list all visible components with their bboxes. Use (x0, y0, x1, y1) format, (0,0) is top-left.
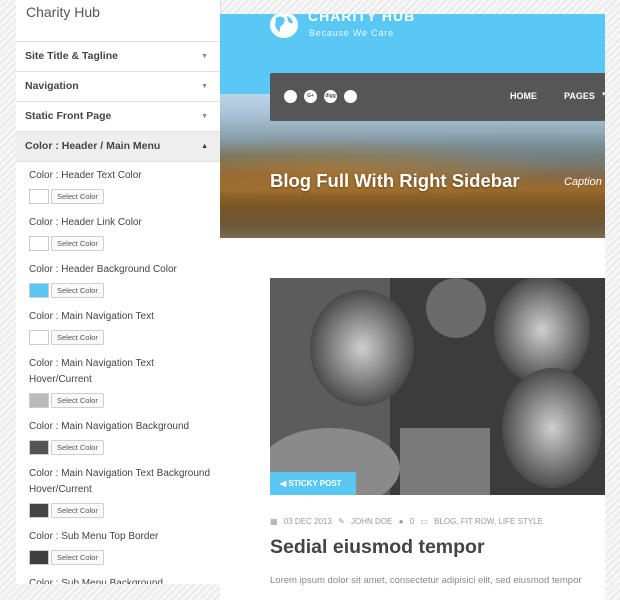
nav-home[interactable]: HOME (510, 91, 537, 101)
control-label: Color : Header Background Color (29, 264, 177, 275)
post-categories[interactable]: BLOG, FIT ROW, LIFE STYLE (434, 517, 543, 526)
select-color-button[interactable]: Select Color (51, 189, 104, 204)
digg-icon[interactable]: digg (324, 90, 337, 103)
calendar-icon: ▦ (270, 517, 278, 526)
site-title[interactable]: CHARITY HUB (308, 14, 415, 24)
folder-icon: ▭ (420, 517, 428, 526)
section-label: Color : Header / Main Menu (25, 140, 161, 152)
color-picker: Select Color (29, 189, 220, 204)
select-color-button[interactable]: Select Color (51, 503, 104, 518)
post-comments[interactable]: 0 (410, 517, 414, 526)
color-picker: Select Color (29, 440, 220, 455)
color-controls: Color : Header Text Color Select Color C… (16, 162, 220, 584)
chevron-down-icon: ▼ (201, 53, 208, 60)
control-label: Color : Main Navigation Text Background … (29, 468, 211, 495)
select-color-button[interactable]: Select Color (51, 283, 104, 298)
color-control-main-nav-text: Color : Main Navigation Text Select Colo… (29, 309, 220, 345)
color-picker: Select Color (29, 503, 220, 518)
section-label: Static Front Page (25, 110, 112, 122)
color-picker: Select Color (29, 283, 220, 298)
panel-title: Charity Hub (16, 0, 220, 42)
google-plus-icon[interactable]: G+ (304, 90, 317, 103)
color-swatch[interactable] (29, 236, 49, 251)
section-navigation[interactable]: Navigation ▼ (16, 72, 220, 102)
color-control-main-nav-text-hover: Color : Main Navigation Text Hover/Curre… (29, 356, 220, 408)
globe-logo-icon[interactable] (270, 14, 298, 38)
color-control-header-link: Color : Header Link Color Select Color (29, 215, 220, 251)
chevron-down-icon: ▼ (201, 113, 208, 120)
color-picker: Select Color (29, 550, 220, 565)
section-label: Navigation (25, 80, 79, 92)
page-title: Blog Full With Right Sidebar (270, 170, 520, 191)
sharethis-icon[interactable] (284, 90, 297, 103)
post-title[interactable]: Sedial eiusmod tempor (270, 536, 485, 559)
post-author[interactable]: JOHN DOE (351, 517, 392, 526)
nav-pages[interactable]: PAGES (564, 91, 595, 101)
site-preview: CHARITY HUB Because We Care G+ digg HOME… (220, 14, 605, 600)
color-picker: Select Color (29, 330, 220, 345)
color-control-main-nav-background: Color : Main Navigation Background Selec… (29, 419, 220, 455)
site-tagline: Because We Care (309, 28, 394, 38)
color-control-header-background: Color : Header Background Color Select C… (29, 262, 220, 298)
color-control-sub-menu-top-border: Color : Sub Menu Top Border Select Color (29, 529, 220, 565)
section-site-title-tagline[interactable]: Site Title & Tagline ▼ (16, 42, 220, 72)
select-color-button[interactable]: Select Color (51, 393, 104, 408)
color-swatch[interactable] (29, 440, 49, 455)
color-picker: Select Color (29, 393, 220, 408)
select-color-button[interactable]: Select Color (51, 440, 104, 455)
control-label: Color : Header Link Color (29, 217, 142, 228)
chevron-down-icon: ▼ (201, 83, 208, 90)
control-label: Color : Sub Menu Top Border (29, 531, 159, 542)
select-color-button[interactable]: Select Color (51, 330, 104, 345)
color-swatch[interactable] (29, 550, 49, 565)
color-swatch[interactable] (29, 330, 49, 345)
post-excerpt: Lorem ipsum dolor sit amet, consectetur … (270, 575, 582, 586)
hero-caption: Caption for th (564, 176, 605, 188)
pencil-icon: ✎ (338, 517, 345, 526)
control-label: Color : Main Navigation Text Hover/Curre… (29, 358, 154, 385)
control-label: Color : Main Navigation Background (29, 421, 190, 432)
chevron-up-icon: ▲ (201, 143, 208, 150)
select-color-button[interactable]: Select Color (51, 236, 104, 251)
section-static-front-page[interactable]: Static Front Page ▼ (16, 102, 220, 132)
section-label: Site Title & Tagline (25, 50, 118, 62)
color-swatch[interactable] (29, 503, 49, 518)
color-picker: Select Color (29, 236, 220, 251)
post-meta: ▦ 03 DEC 2013 ✎ JOHN DOE ● 0 ▭ BLOG, FIT… (270, 517, 547, 526)
sticky-label: STICKY POST (288, 479, 342, 488)
select-color-button[interactable]: Select Color (51, 550, 104, 565)
email-icon[interactable] (344, 90, 357, 103)
comment-icon: ● (398, 517, 404, 526)
sticky-post-badge: ◀ STICKY POST (270, 472, 356, 495)
control-label: Color : Sub Menu Background (29, 578, 163, 584)
color-control-header-text: Color : Header Text Color Select Color (29, 168, 220, 204)
featured-image[interactable] (270, 278, 605, 495)
section-color-header-main-menu[interactable]: Color : Header / Main Menu ▲ (16, 132, 220, 162)
color-swatch[interactable] (29, 283, 49, 298)
color-control-main-nav-text-bg-hover: Color : Main Navigation Text Background … (29, 466, 220, 518)
chevron-down-icon: ▾ (602, 91, 605, 98)
color-swatch[interactable] (29, 189, 49, 204)
control-label: Color : Header Text Color (29, 170, 142, 181)
control-label: Color : Main Navigation Text (29, 311, 154, 322)
post-date: 03 DEC 2013 (283, 517, 332, 526)
color-control-sub-menu-background: Color : Sub Menu Background Select Color (29, 576, 220, 584)
main-navigation: G+ digg HOME PAGES ▾ (270, 73, 605, 121)
customizer-panel: Charity Hub Site Title & Tagline ▼ Navig… (16, 0, 221, 584)
color-swatch[interactable] (29, 393, 49, 408)
